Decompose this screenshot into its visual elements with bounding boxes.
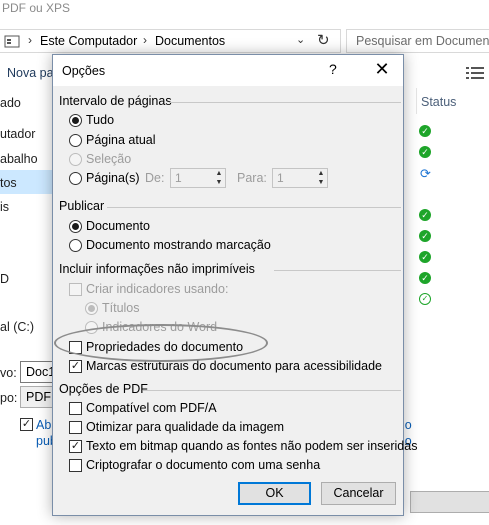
sidebar-item-desktop[interactable]: abalho xyxy=(0,152,38,166)
encrypt-checkbox[interactable] xyxy=(69,459,82,472)
synced-status-icon: ✓ xyxy=(419,230,431,242)
document-properties-label[interactable]: Propriedades do documento xyxy=(86,340,243,354)
open-after-publish-checkbox[interactable]: ✓ xyxy=(20,418,33,431)
new-folder-button[interactable]: Nova pa xyxy=(7,66,54,80)
from-page-stepper: 1 ▲ ▼ xyxy=(170,168,226,188)
breadcrumb-documents[interactable]: Documentos xyxy=(155,34,225,48)
sidebar-item[interactable]: ado xyxy=(0,96,21,110)
background-button[interactable] xyxy=(410,491,489,513)
radio-selection xyxy=(69,153,82,166)
sidebar-item-local-disk[interactable]: al (C:) xyxy=(0,320,34,334)
bitmap-text-label[interactable]: Texto em bitmap quando as fontes não pod… xyxy=(86,439,417,453)
create-bookmarks-label: Criar indicadores usando: xyxy=(86,282,229,296)
document-properties-checkbox[interactable] xyxy=(69,341,82,354)
sync-status-icon: ⟳ xyxy=(420,166,431,181)
pdfa-checkbox[interactable] xyxy=(69,402,82,415)
optimize-image-checkbox[interactable] xyxy=(69,421,82,434)
radio-current-page[interactable] xyxy=(69,134,82,147)
search-placeholder: Pesquisar em Documentos xyxy=(356,34,489,48)
radio-pages-label[interactable]: Página(s) xyxy=(86,171,140,185)
non-printing-heading: Incluir informações não imprimíveis xyxy=(59,262,255,276)
sidebar-item[interactable]: is xyxy=(0,200,9,214)
sidebar-item-documents[interactable]: tos xyxy=(0,176,17,190)
section-divider xyxy=(274,270,401,271)
radio-all[interactable] xyxy=(69,114,82,127)
radio-current-page-label[interactable]: Página atual xyxy=(86,133,156,147)
sidebar-item[interactable]: D xyxy=(0,272,9,286)
synced-status-icon: ✓ xyxy=(419,251,431,263)
refresh-icon[interactable]: ↻ xyxy=(317,31,330,49)
structure-tags-label[interactable]: Marcas estruturais do documento para ace… xyxy=(86,359,382,373)
chevron-down-icon[interactable]: ⌄ xyxy=(296,33,305,46)
view-options-icon[interactable] xyxy=(466,66,484,80)
optimize-image-label[interactable]: Otimizar para qualidade da imagem xyxy=(86,420,284,434)
to-label: Para: xyxy=(237,171,267,185)
section-divider xyxy=(169,102,401,103)
window-title: PDF ou XPS xyxy=(2,1,71,15)
synced-status-icon: ✓ xyxy=(419,125,431,137)
radio-word-bookmarks xyxy=(85,321,98,334)
radio-document-label[interactable]: Documento xyxy=(86,219,150,233)
options-dialog: Opções ? ✕ Intervalo de páginas Tudo Pág… xyxy=(52,54,417,516)
search-input[interactable]: Pesquisar em Documentos xyxy=(346,29,489,53)
breadcrumb-separator-icon[interactable]: › xyxy=(143,33,147,47)
radio-document-markup-label[interactable]: Documento mostrando marcação xyxy=(86,238,271,252)
close-icon[interactable]: ✕ xyxy=(371,57,393,81)
synced-status-icon: ✓ xyxy=(419,272,431,284)
bitmap-text-checkbox[interactable]: ✓ xyxy=(69,440,82,453)
radio-selection-label: Seleção xyxy=(86,152,132,166)
to-page-stepper: 1 ▲ ▼ xyxy=(272,168,328,188)
from-label: De: xyxy=(145,171,165,185)
pdf-options-heading: Opções de PDF xyxy=(59,382,148,396)
filetype-label: po: xyxy=(0,391,18,405)
page-range-heading: Intervalo de páginas xyxy=(59,94,172,108)
radio-document[interactable] xyxy=(69,220,82,233)
section-divider xyxy=(107,207,401,208)
breadcrumb-this-pc[interactable]: Este Computador xyxy=(40,34,137,48)
help-icon[interactable]: ? xyxy=(329,61,337,77)
radio-pages[interactable] xyxy=(69,172,82,185)
publish-heading: Publicar xyxy=(59,199,105,213)
dialog-titlebar[interactable]: Opções ? ✕ xyxy=(53,55,403,86)
radio-headings xyxy=(85,302,98,315)
breadcrumb-separator-icon: › xyxy=(28,33,32,47)
sidebar-item-this-pc[interactable]: utador xyxy=(0,127,35,141)
cancel-button[interactable]: Cancelar xyxy=(321,482,396,505)
create-bookmarks-checkbox xyxy=(69,283,82,296)
filename-label: vo: xyxy=(0,366,17,380)
section-divider xyxy=(143,390,401,391)
to-page-value: 1 xyxy=(277,171,284,185)
spin-down-icon: ▼ xyxy=(317,179,325,186)
spin-up-icon: ▲ xyxy=(215,170,223,177)
synced-status-icon: ✓ xyxy=(419,209,431,221)
folder-view-icon xyxy=(4,35,20,48)
radio-headings-label: Títulos xyxy=(102,301,140,315)
from-page-value: 1 xyxy=(175,171,182,185)
column-divider[interactable] xyxy=(416,88,417,114)
available-status-icon: ✓ xyxy=(419,293,431,305)
address-bar[interactable]: › Este Computador › Documentos ⌄ ↻ xyxy=(0,29,341,53)
radio-document-markup[interactable] xyxy=(69,239,82,252)
radio-word-bookmarks-label: Indicadores do Word xyxy=(102,320,218,334)
spin-up-icon: ▲ xyxy=(317,170,325,177)
structure-tags-checkbox[interactable]: ✓ xyxy=(69,360,82,373)
synced-status-icon: ✓ xyxy=(419,146,431,158)
dialog-title: Opções xyxy=(62,64,106,78)
encrypt-label[interactable]: Criptografar o documento com uma senha xyxy=(86,458,320,472)
status-column-header[interactable]: Status xyxy=(421,95,456,109)
ok-button[interactable]: OK xyxy=(238,482,311,505)
spin-down-icon: ▼ xyxy=(215,179,223,186)
pdfa-label[interactable]: Compatível com PDF/A xyxy=(86,401,217,415)
radio-all-label[interactable]: Tudo xyxy=(86,113,114,127)
